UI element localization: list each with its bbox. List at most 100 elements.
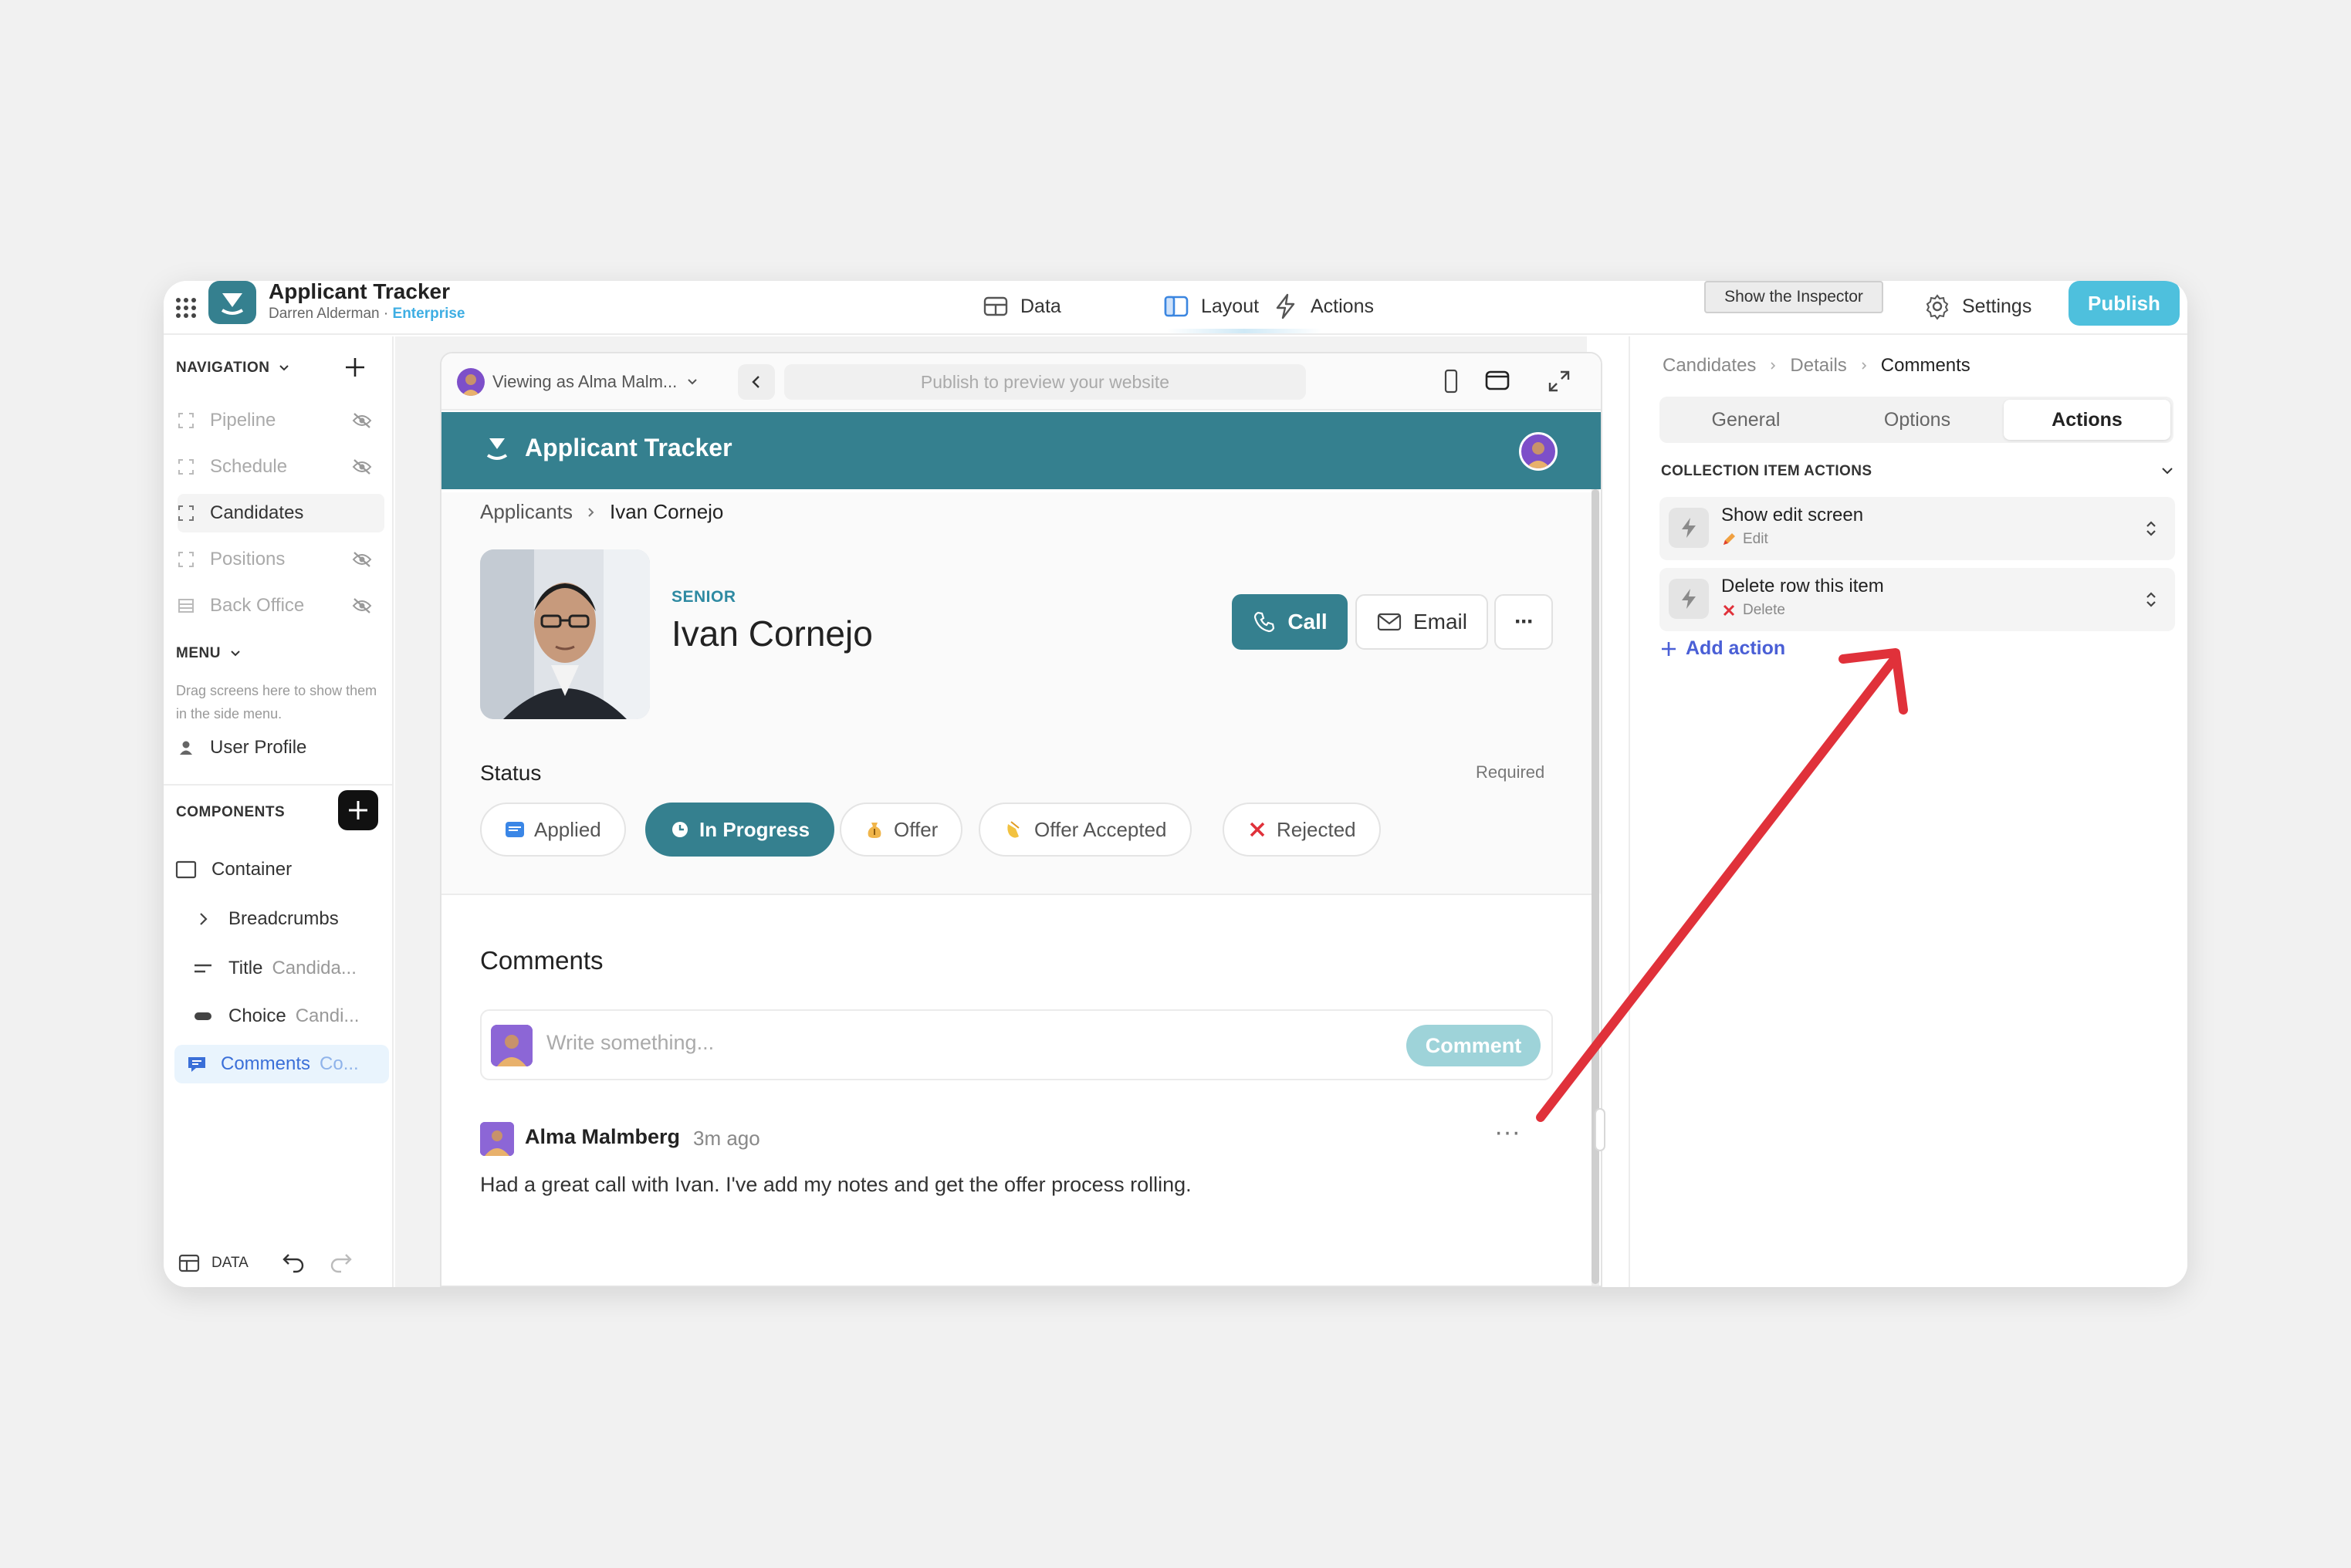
component-comments[interactable]: Comments Co... [174, 1045, 389, 1083]
more-actions-button[interactable]: ··· [1494, 594, 1553, 650]
sidebar-item-positions[interactable]: Positions [178, 540, 384, 579]
reorder-icon[interactable] [2143, 588, 2160, 611]
data-footer-label: DATA [211, 1255, 249, 1271]
breadcrumb-link[interactable]: Details [1790, 355, 1846, 377]
comment-text: Had a great call with Ivan. I've add my … [480, 1173, 1192, 1196]
back-button[interactable] [738, 364, 775, 400]
tab-options[interactable]: Options [1834, 400, 2001, 440]
screen-icon [178, 459, 194, 475]
title-icon [195, 964, 211, 973]
undo-icon[interactable] [279, 1252, 306, 1275]
settings-label: Settings [1962, 295, 2032, 317]
mobile-device-icon[interactable] [1437, 367, 1465, 395]
tab-actions[interactable]: Actions [2004, 400, 2170, 440]
redo-icon[interactable] [329, 1252, 355, 1275]
breadcrumb: Applicants Ivan Cornejo [480, 500, 723, 524]
email-label: Email [1412, 610, 1467, 634]
call-button[interactable]: Call [1232, 594, 1348, 650]
status-chip-in-progress[interactable]: In Progress [645, 803, 835, 857]
more-icon: ··· [1514, 609, 1534, 634]
table-icon [178, 599, 194, 613]
component-sub: Candida... [272, 958, 357, 978]
left-sidebar: NAVIGATION Pipeline Schedule Candidates … [164, 336, 394, 1287]
candidate-photo [480, 549, 650, 719]
reorder-icon[interactable] [2143, 517, 2160, 540]
component-label: Container [211, 859, 293, 880]
action-title: Show edit screen [1721, 505, 1864, 525]
breadcrumb-current: Ivan Cornejo [609, 500, 724, 523]
status-chip-rejected[interactable]: Rejected [1223, 803, 1381, 857]
scrollbar-thumb[interactable] [1592, 489, 1599, 1284]
inspector-tooltip: Show the Inspector [1704, 281, 1883, 313]
desktop-device-icon[interactable] [1483, 367, 1511, 395]
eye-off-icon[interactable] [352, 596, 372, 615]
bolt-icon [1276, 293, 1295, 319]
sidebar-item-schedule[interactable]: Schedule [178, 448, 384, 486]
sidebar-item-candidates[interactable]: Candidates [178, 494, 384, 532]
menu-item-label: User Profile [210, 737, 307, 758]
tab-data[interactable]: Data [982, 289, 1061, 324]
eye-off-icon[interactable] [352, 411, 372, 430]
comment-input[interactable]: Write something... Comment [480, 1009, 1553, 1080]
breadcrumb-link[interactable]: Applicants [480, 500, 573, 524]
breadcrumb-link[interactable]: Candidates [1663, 355, 1756, 377]
resize-handle[interactable] [1595, 1108, 1605, 1151]
comment-icon [188, 1057, 205, 1072]
tab-general[interactable]: General [1663, 400, 1829, 440]
sidebar-item-label: Positions [210, 549, 286, 569]
app-window: Applicant Tracker Darren Alderman · Ente… [164, 281, 2187, 1287]
component-title[interactable]: Title Candida... [191, 949, 384, 988]
screen-icon [178, 413, 194, 428]
status-chip-label: Offer [894, 817, 939, 841]
add-action-label: Add action [1686, 637, 1786, 659]
menu-header[interactable]: MENU [176, 645, 242, 662]
status-chip-offer-accepted[interactable]: Offer Accepted [979, 803, 1192, 857]
tab-actions[interactable]: Actions [1272, 289, 1374, 324]
eye-off-icon[interactable] [352, 550, 372, 569]
apps-grid-icon[interactable] [170, 292, 202, 324]
clock-icon [672, 822, 688, 837]
comment-more-icon[interactable]: ··· [1494, 1117, 1521, 1147]
status-label: Status [480, 761, 542, 785]
action-show-edit-screen[interactable]: Show edit screen Edit [1659, 497, 2175, 560]
clap-icon [1007, 821, 1020, 838]
x-mark-icon [1250, 822, 1265, 837]
chevron-right-icon [1771, 362, 1776, 370]
avatar[interactable] [1519, 432, 1558, 471]
inspector-tabs: General Options Actions [1659, 397, 2173, 443]
settings-button[interactable]: Settings [1923, 289, 2031, 324]
viewing-as-selector[interactable]: Viewing as Alma Malm... [457, 364, 700, 400]
add-component-button[interactable] [338, 790, 378, 830]
component-container[interactable]: Container [174, 850, 383, 889]
chevron-down-icon [231, 651, 240, 657]
avatar [491, 1025, 533, 1066]
sidebar-item-pipeline[interactable]: Pipeline [178, 401, 384, 440]
navigation-header[interactable]: NAVIGATION [176, 360, 291, 377]
data-footer-button[interactable]: DATA [178, 1252, 249, 1275]
comment-submit-button[interactable]: Comment [1406, 1025, 1541, 1066]
sidebar-item-back-office[interactable]: Back Office [178, 586, 384, 625]
add-action-button[interactable]: Add action [1659, 637, 1785, 660]
choice-icon [195, 1012, 211, 1020]
eye-off-icon[interactable] [352, 458, 372, 476]
app-owner: Darren Alderman · Enterprise [269, 306, 465, 323]
chevron-down-icon [688, 379, 697, 385]
publish-button[interactable]: Publish [2069, 281, 2180, 326]
status-chip-offer[interactable]: Offer [840, 803, 963, 857]
tab-layout[interactable]: Layout [1162, 289, 1259, 324]
component-sub: Co... [320, 1053, 359, 1074]
menu-item-user-profile[interactable]: User Profile [178, 728, 384, 767]
email-button[interactable]: Email [1355, 594, 1488, 650]
action-delete-row[interactable]: Delete row this item Delete [1659, 568, 2175, 631]
add-screen-icon[interactable] [343, 355, 367, 380]
status-chip-applied[interactable]: Applied [480, 803, 626, 857]
component-breadcrumbs[interactable]: Breadcrumbs [191, 900, 384, 938]
status-chip-label: Offer Accepted [1034, 817, 1167, 841]
preview-toolbar: Viewing as Alma Malm... Publish to previ… [441, 353, 1601, 411]
chevron-right-icon [1862, 362, 1866, 370]
chevron-down-icon[interactable] [2160, 463, 2175, 478]
component-choice[interactable]: Choice Candi... [191, 997, 384, 1036]
components-label: COMPONENTS [176, 804, 286, 820]
expand-icon[interactable] [1545, 367, 1573, 395]
sidebar-item-label: Back Office [210, 595, 305, 616]
